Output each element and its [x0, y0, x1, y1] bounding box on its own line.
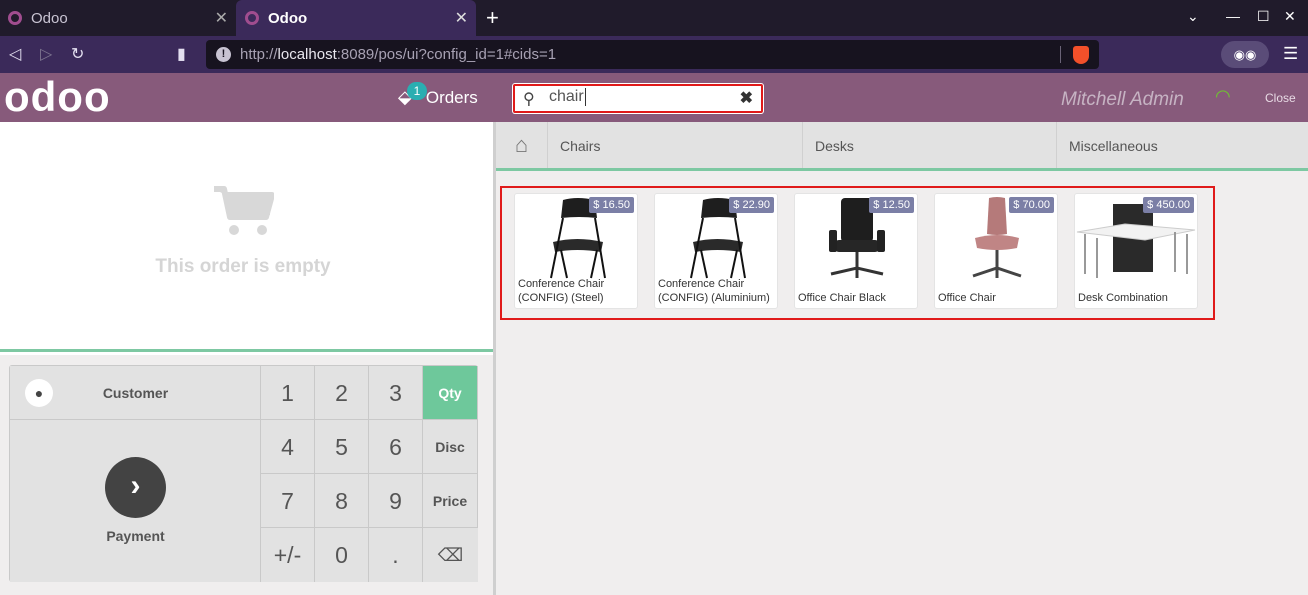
cashier-name[interactable]: Mitchell Admin	[1061, 89, 1184, 111]
brave-shields-icon[interactable]	[1073, 46, 1089, 64]
numpad-panel: ● Customer › Payment 1 2 3 Qty 4 5 6 Dis…	[9, 365, 478, 582]
url-divider	[1060, 46, 1061, 63]
url-field[interactable]: ! http://localhost:8089/pos/ui?config_id…	[206, 40, 1099, 69]
category-desks[interactable]: Desks	[803, 122, 1057, 168]
close-pos-button[interactable]: Close	[1265, 91, 1296, 105]
mode-price-button[interactable]: Price	[423, 474, 478, 528]
close-window-icon[interactable]: ✕	[1284, 8, 1296, 25]
product-price: $ 70.00	[1009, 197, 1054, 213]
product-list: $ 16.50 Conference Chair (CONFIG) (Steel…	[500, 186, 1215, 320]
address-bar-row: ◁ ▷ ↻ ▮ ! http://localhost:8089/pos/ui?c…	[0, 36, 1308, 73]
clear-search-icon[interactable]: ✖	[740, 88, 753, 108]
home-category-icon[interactable]: ⌂	[496, 122, 548, 168]
product-card[interactable]: $ 70.00 Office Chair	[934, 193, 1058, 309]
category-chairs[interactable]: Chairs	[548, 122, 803, 168]
numpad-key[interactable]: 5	[315, 420, 369, 474]
product-card[interactable]: $ 16.50 Conference Chair (CONFIG) (Steel…	[514, 193, 638, 309]
wifi-status-icon: ◠	[1215, 86, 1231, 106]
back-icon[interactable]: ◁	[9, 44, 21, 64]
orders-label: Orders	[425, 87, 478, 107]
numpad-key[interactable]: 4	[261, 420, 315, 474]
browser-tab[interactable]: Odoo ✕	[0, 0, 236, 36]
product-price: $ 22.90	[729, 197, 774, 213]
browser-tab-bar: Odoo ✕ Odoo ✕ + ⌄ — ☐ ✕	[0, 0, 1308, 36]
product-name: Conference Chair (CONFIG) (Aluminium)	[658, 278, 770, 304]
close-tab-icon[interactable]: ✕	[455, 8, 468, 28]
product-price: $ 450.00	[1143, 197, 1194, 213]
tab-title: Odoo	[268, 9, 308, 27]
search-value[interactable]: chair	[549, 88, 586, 106]
url-scheme: http://	[240, 46, 278, 63]
private-glasses-icon[interactable]: ◉◉	[1221, 41, 1269, 68]
control-panel: ● Customer › Payment 1 2 3 Qty 4 5 6 Dis…	[0, 355, 493, 595]
odoo-logo: odoo	[4, 73, 111, 120]
pos-header: odoo ⬙ 1 Orders ⚲ chair ✖ Mitchell Admin…	[0, 73, 1308, 122]
numpad-key[interactable]: 2	[315, 366, 369, 420]
browser-tab-active[interactable]: Odoo ✕	[236, 0, 476, 36]
empty-order-text: This order is empty	[155, 256, 331, 277]
chevron-right-icon: ›	[105, 457, 166, 518]
url-host: localhost	[277, 46, 337, 63]
close-tab-icon[interactable]: ✕	[215, 8, 228, 28]
orders-count-badge: 1	[407, 82, 427, 100]
browser-menu-icon[interactable]: ☰	[1283, 44, 1298, 64]
numpad-key-sign[interactable]: +/-	[261, 528, 315, 582]
category-bar: ⌂ Chairs Desks Miscellaneous	[496, 122, 1308, 171]
product-card[interactable]: $ 12.50 Office Chair Black	[794, 193, 918, 309]
minimize-icon[interactable]: —	[1226, 8, 1240, 24]
backspace-icon[interactable]: ⌫	[423, 528, 478, 582]
product-price: $ 16.50	[589, 197, 634, 213]
numpad-key[interactable]: 9	[369, 474, 423, 528]
mode-qty-button[interactable]: Qty	[423, 366, 478, 420]
category-miscellaneous[interactable]: Miscellaneous	[1057, 122, 1308, 168]
order-container: This order is empty	[0, 122, 493, 352]
product-name: Office Chair Black	[798, 292, 886, 304]
reload-icon[interactable]: ↻	[71, 44, 84, 64]
url-path: :8089/pos/ui?config_id=1#cids=1	[336, 46, 557, 63]
new-tab-button[interactable]: +	[486, 6, 499, 30]
bookmark-icon[interactable]: ▮	[177, 44, 186, 64]
product-card[interactable]: $ 22.90 Conference Chair (CONFIG) (Alumi…	[654, 193, 778, 309]
numpad-key[interactable]: 1	[261, 366, 315, 420]
mode-disc-button[interactable]: Disc	[423, 420, 478, 474]
product-name: Desk Combination	[1078, 292, 1168, 304]
customer-label: Customer	[102, 385, 169, 401]
numpad-key[interactable]: 0	[315, 528, 369, 582]
numpad-key-decimal[interactable]: .	[369, 528, 423, 582]
odoo-favicon-icon	[245, 11, 259, 25]
payment-label: Payment	[106, 528, 165, 544]
maximize-icon[interactable]: ☐	[1257, 8, 1270, 25]
pane-divider	[493, 122, 496, 595]
shopping-cart-icon	[214, 186, 274, 235]
numpad-key[interactable]: 8	[315, 474, 369, 528]
tab-list-chevron-icon[interactable]: ⌄	[1187, 8, 1199, 25]
orders-button[interactable]: ⬙ 1 Orders	[398, 82, 478, 108]
site-info-icon[interactable]: !	[216, 47, 231, 62]
product-price: $ 12.50	[869, 197, 914, 213]
numpad-key[interactable]: 3	[369, 366, 423, 420]
product-name: Office Chair	[938, 292, 996, 304]
customer-button[interactable]: ● Customer	[10, 366, 261, 420]
odoo-favicon-icon	[8, 11, 22, 25]
search-icon: ⚲	[523, 91, 535, 108]
numpad-key[interactable]: 7	[261, 474, 315, 528]
product-card[interactable]: $ 450.00 Desk Combination	[1074, 193, 1198, 309]
forward-icon[interactable]: ▷	[40, 44, 52, 64]
tab-title: Odoo	[31, 9, 68, 27]
order-pane: This order is empty ● Customer › Payment…	[0, 122, 493, 595]
product-name: Conference Chair (CONFIG) (Steel)	[518, 278, 605, 304]
payment-button[interactable]: › Payment	[10, 420, 261, 582]
numpad-key[interactable]: 6	[369, 420, 423, 474]
product-search-input[interactable]: ⚲ chair ✖	[512, 83, 764, 114]
